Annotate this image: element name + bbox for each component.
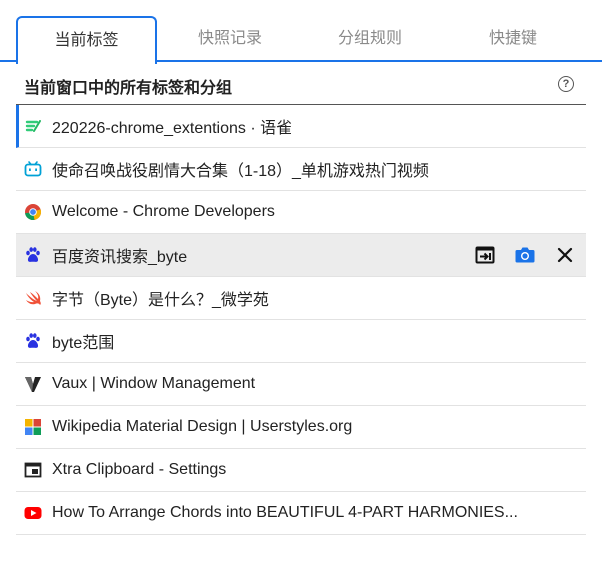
- tab-title: 字节（Byte）是什么？_微学苑: [52, 292, 269, 309]
- tab-row[interactable]: Welcome - Chrome Developers: [16, 191, 586, 234]
- row-actions: [474, 234, 576, 276]
- section-header: 当前窗口中的所有标签和分组 ?: [16, 62, 586, 105]
- userstyles-icon: [24, 418, 42, 436]
- tab-row[interactable]: 使命召唤战役剧情大合集（1-18）_单机游戏热门视频: [16, 148, 586, 191]
- tab-title: How To Arrange Chords into BEAUTIFUL 4-P…: [52, 504, 518, 521]
- tab-shortcuts[interactable]: 快捷键: [443, 16, 583, 62]
- tab-group-rules[interactable]: 分组规则: [300, 16, 440, 62]
- tab-title: 百度资讯搜索_byte: [52, 249, 188, 266]
- tab-title: Vaux | Window Management: [52, 375, 256, 392]
- baidu-icon: [24, 246, 42, 264]
- yuque-icon: [24, 117, 42, 135]
- tab-list: 220226-chrome_extentions · 语雀 使命召唤战役剧情大合…: [16, 105, 586, 535]
- tab-title: Welcome - Chrome Developers: [52, 203, 275, 220]
- tab-title: 使命召唤战役剧情大合集（1-18）_单机游戏热门视频: [52, 163, 429, 180]
- tab-row[interactable]: byte范围: [16, 320, 586, 363]
- camera-icon[interactable]: [514, 244, 536, 266]
- chrome-icon: [24, 203, 42, 221]
- tab-title: 220226-chrome_extentions · 语雀: [52, 120, 293, 137]
- swift-icon: [24, 289, 42, 307]
- tab-row[interactable]: Xtra Clipboard - Settings: [16, 449, 586, 492]
- move-to-window-icon[interactable]: [474, 244, 496, 266]
- tab-row[interactable]: Vaux | Window Management: [16, 363, 586, 406]
- tab-row[interactable]: Wikipedia Material Design | Userstyles.o…: [16, 406, 586, 449]
- tab-row[interactable]: How To Arrange Chords into BEAUTIFUL 4-P…: [16, 492, 586, 535]
- tab-title: Xtra Clipboard - Settings: [52, 461, 227, 478]
- tab-bar: 当前标签 快照记录 分组规则 快捷键: [0, 0, 602, 64]
- youtube-icon: [24, 504, 42, 522]
- tab-row[interactable]: 220226-chrome_extentions · 语雀: [16, 105, 586, 148]
- tab-title: byte范围: [52, 335, 115, 352]
- section-title: 当前窗口中的所有标签和分组: [24, 80, 233, 97]
- baidu-icon: [24, 332, 42, 350]
- window-icon: [24, 461, 42, 479]
- bilibili-icon: [24, 160, 42, 178]
- tab-row[interactable]: 百度资讯搜索_byte: [16, 234, 586, 277]
- tab-title: Wikipedia Material Design | Userstyles.o…: [52, 418, 353, 435]
- tab-row[interactable]: 字节（Byte）是什么？_微学苑: [16, 277, 586, 320]
- tab-current-tabs[interactable]: 当前标签: [16, 16, 157, 64]
- tab-snapshots[interactable]: 快照记录: [160, 16, 300, 62]
- vaux-icon: [24, 375, 42, 393]
- close-icon[interactable]: [554, 244, 576, 266]
- help-icon[interactable]: ?: [558, 76, 574, 92]
